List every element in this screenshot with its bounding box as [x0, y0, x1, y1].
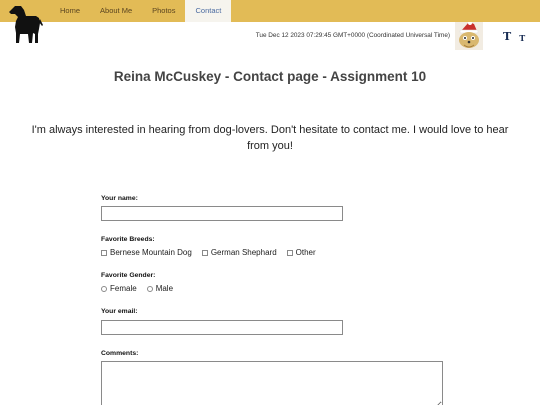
breed-checkbox-other[interactable] [286, 249, 293, 256]
comments-textarea[interactable] [101, 361, 443, 405]
page-title: Reina McCuskey - Contact page - Assignme… [113, 69, 427, 84]
font-size-large-icon[interactable]: T [503, 31, 511, 42]
breed-option-bernese[interactable]: Bernese Mountain Dog [101, 248, 192, 257]
breed-label-bernese: Bernese Mountain Dog [110, 248, 192, 257]
breeds-options: Bernese Mountain Dog German Shephard Oth… [101, 248, 326, 257]
breed-label-german-shephard: German Shephard [210, 248, 277, 257]
comments-label: Comments: [101, 350, 139, 357]
gender-radio-female[interactable] [101, 285, 107, 292]
nav-contact[interactable]: Contact [185, 0, 232, 22]
email-input[interactable] [101, 320, 343, 335]
breed-label-other: Other [295, 248, 316, 257]
nav-about-me[interactable]: About Me [90, 0, 142, 22]
breed-checkbox-bernese[interactable] [101, 249, 107, 256]
dog-logo-icon[interactable] [6, 3, 44, 45]
nav-photos[interactable]: Photos [142, 0, 185, 22]
font-size-controls: T T [503, 31, 525, 42]
gender-label-female: Female [110, 284, 137, 293]
current-datetime: Tue Dec 12 2023 07:29:45 GMT+0000 (Coord… [255, 32, 450, 39]
gender-option-male[interactable]: Male [146, 284, 174, 293]
breed-option-other[interactable]: Other [286, 248, 316, 257]
nav-home[interactable]: Home [50, 0, 90, 22]
name-input[interactable] [101, 206, 343, 221]
email-label: Your email: [101, 308, 138, 315]
gender-label-male: Male [155, 284, 174, 293]
name-label: Your name: [101, 195, 138, 202]
gender-option-female[interactable]: Female [101, 284, 137, 293]
breeds-label: Favorite Breeds: [101, 236, 155, 243]
gender-radio-male[interactable] [146, 285, 153, 292]
main-nav: Home About Me Photos Contact [50, 0, 232, 22]
breed-option-german-shephard[interactable]: German Shephard [201, 248, 277, 257]
avatar-icon [455, 22, 483, 50]
intro-text: I'm always interested in hearing from do… [31, 124, 509, 152]
font-size-small-icon[interactable]: T [519, 34, 525, 42]
gender-options: Female Male [101, 284, 183, 293]
breed-checkbox-german-shephard[interactable] [201, 249, 208, 256]
gender-label: Favorite Gender: [101, 272, 156, 279]
